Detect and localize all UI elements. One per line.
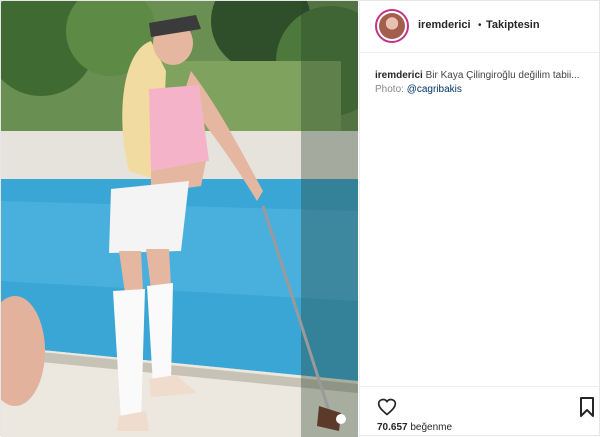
username-link[interactable]: iremderici: [418, 19, 471, 31]
like-count-value: 70.657: [377, 422, 408, 433]
like-count[interactable]: 70.657 beğenme: [377, 422, 452, 433]
bookmark-icon[interactable]: [579, 397, 595, 417]
caption-username-link[interactable]: iremderici: [375, 70, 423, 81]
photo-credit-label: Photo:: [375, 84, 404, 95]
post-footer: 70.657 beğenme: [360, 386, 600, 437]
post-sidebar: iremderici • Takiptesin iremderici Bir K…: [359, 1, 600, 437]
post-caption: iremderici Bir Kaya Çilingiroğlu değilim…: [375, 69, 590, 97]
heart-icon[interactable]: [377, 397, 397, 417]
avatar[interactable]: [375, 9, 409, 43]
post-header: iremderici • Takiptesin: [360, 1, 600, 53]
photo-credit-handle[interactable]: @cagribakis: [407, 84, 462, 95]
post-photo[interactable]: [1, 1, 358, 437]
avatar-image: [379, 13, 405, 39]
post-frame: iremderici • Takiptesin iremderici Bir K…: [0, 0, 600, 437]
like-count-label: beğenme: [410, 422, 453, 433]
separator-dot: •: [478, 20, 482, 31]
caption-text: Bir Kaya Çilingiroğlu değilim tabii...: [425, 70, 580, 81]
follow-status-button[interactable]: Takiptesin: [486, 19, 540, 31]
photo-image: [1, 1, 358, 437]
